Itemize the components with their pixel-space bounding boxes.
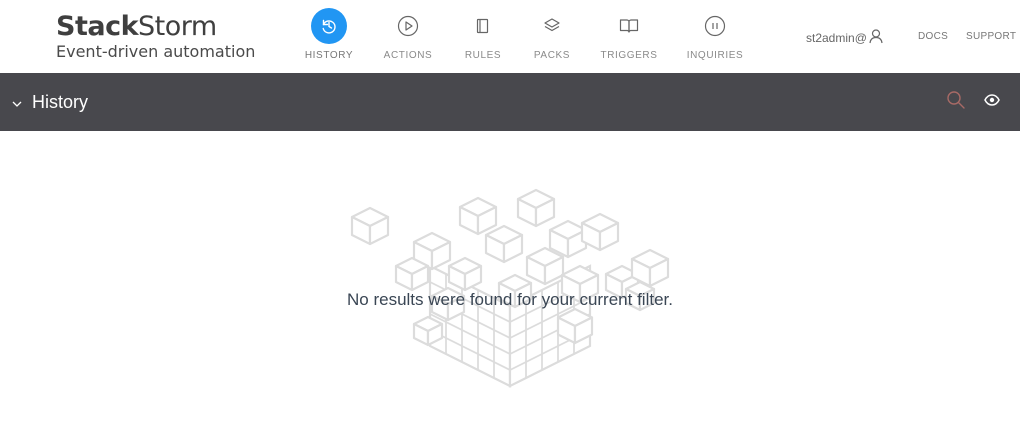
- cube-shape: [516, 188, 556, 228]
- nav-label-history: HISTORY: [304, 50, 354, 61]
- search-icon: [946, 90, 966, 115]
- history-icon: [311, 8, 347, 44]
- docs-link[interactable]: DOCS: [918, 31, 948, 42]
- layers-icon: [534, 8, 570, 44]
- top-bar: StackStorm Event-driven automation HISTO…: [0, 0, 1020, 73]
- user-menu[interactable]: st2admin@: [806, 28, 884, 47]
- search-button[interactable]: [944, 90, 968, 114]
- logo-tagline: Event-driven automation: [56, 42, 256, 61]
- empty-state: No results were found for your current f…: [0, 131, 1020, 421]
- nav-item-triggers[interactable]: TRIGGERS: [584, 8, 674, 61]
- eye-icon: [984, 93, 1000, 111]
- nav-label-inquiries: INQUIRIES: [686, 50, 744, 61]
- logo-title: StackStorm: [56, 11, 217, 42]
- book-icon: [611, 8, 647, 44]
- cube-shape: [525, 246, 565, 286]
- cube-shape: [458, 196, 498, 236]
- section-header: History: [0, 73, 1020, 131]
- user-icon: [868, 28, 884, 47]
- pause-icon: [697, 8, 733, 44]
- cube-shape: [350, 206, 390, 246]
- support-link[interactable]: SUPPORT: [966, 31, 1016, 42]
- empty-state-message: No results were found for your current f…: [347, 290, 673, 309]
- nav-item-inquiries[interactable]: INQUIRIES: [670, 8, 760, 61]
- cube-shape: [556, 307, 594, 345]
- chevron-down-icon: [12, 92, 22, 113]
- page-title: History: [32, 91, 89, 112]
- cube-shape: [484, 224, 524, 264]
- logo[interactable]: StackStorm Event-driven automation: [56, 12, 255, 61]
- nav-label-triggers: TRIGGERS: [600, 50, 658, 61]
- cube-shape: [548, 219, 588, 259]
- nav-item-history[interactable]: HISTORY: [284, 8, 374, 61]
- cube-shape: [447, 256, 483, 292]
- rules-icon: [465, 8, 501, 44]
- history-toggle[interactable]: History: [12, 73, 88, 131]
- watch-button[interactable]: [980, 90, 1004, 114]
- cube-shape: [630, 248, 670, 288]
- cube-shape: [580, 212, 620, 252]
- cube-shape: [394, 256, 430, 292]
- play-icon: [390, 8, 426, 44]
- user-name: st2admin@: [806, 30, 867, 45]
- cube-shape: [412, 315, 444, 347]
